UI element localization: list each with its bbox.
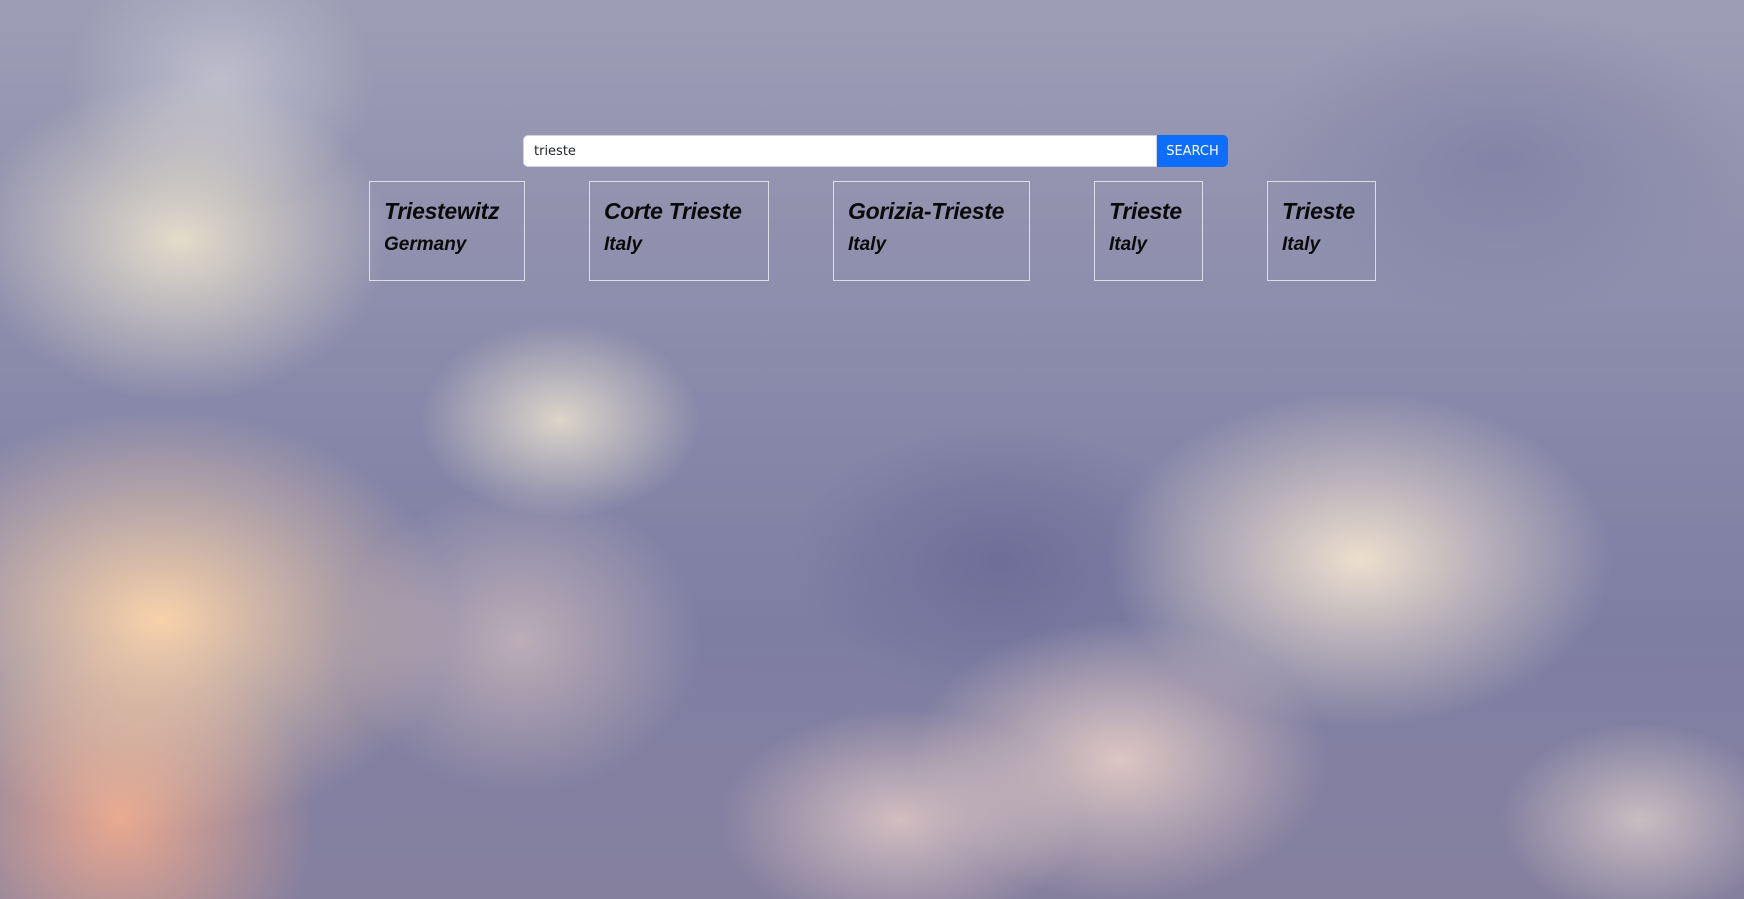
card-country: Italy [1109, 234, 1148, 255]
search-input[interactable] [523, 135, 1157, 167]
card-country: Germany [384, 234, 467, 255]
result-card[interactable]: Corte Trieste Italy [589, 181, 769, 281]
card-city: Trieste [1282, 198, 1355, 224]
search-bar: SEARCH [523, 135, 1228, 167]
search-button[interactable]: SEARCH [1157, 135, 1228, 167]
result-card[interactable]: Trieste Italy [1267, 181, 1376, 281]
result-card[interactable]: Gorizia-Trieste Italy [833, 181, 1030, 281]
card-city: Corte Trieste [604, 198, 742, 224]
card-country: Italy [848, 234, 887, 255]
result-card[interactable]: Trieste Italy [1094, 181, 1203, 281]
card-country: Italy [604, 234, 643, 255]
card-city: Trieste [1109, 198, 1182, 224]
card-country: Italy [1282, 234, 1321, 255]
card-city: Triestewitz [384, 198, 500, 224]
card-city: Gorizia-Trieste [848, 198, 1005, 224]
result-card[interactable]: Triestewitz Germany [369, 181, 525, 281]
